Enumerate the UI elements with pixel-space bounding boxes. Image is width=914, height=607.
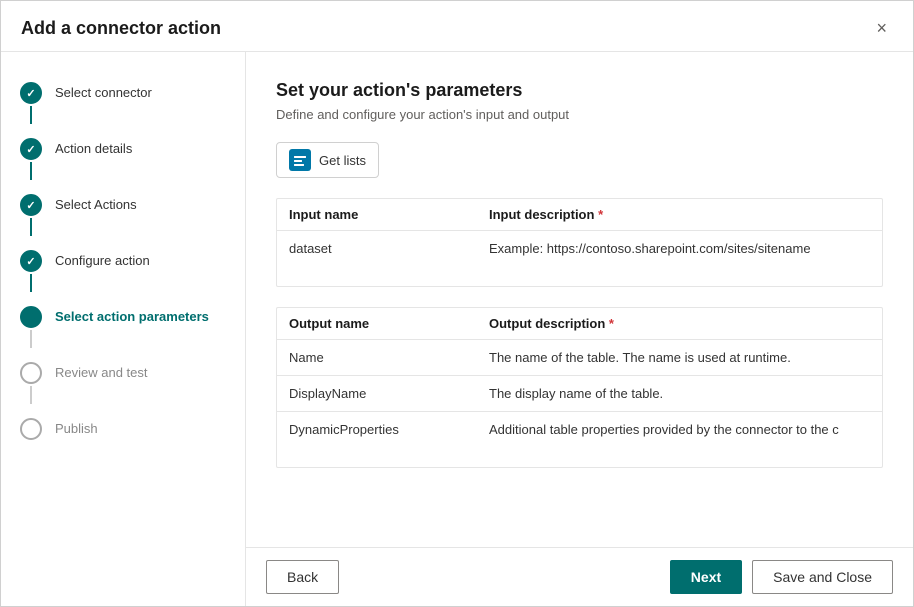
step-label-5: Select action parameters <box>55 306 209 326</box>
step-indicator-col-7 <box>17 418 45 440</box>
step-circle-6 <box>20 362 42 384</box>
input-row-0-description: Example: https://contoso.sharepoint.com/… <box>477 231 882 267</box>
step-circle-3: ✓ <box>20 194 42 216</box>
sidebar-item-publish[interactable]: Publish <box>1 412 245 446</box>
step-indicator-col-1: ✓ <box>17 82 45 126</box>
step-label-3: Select Actions <box>55 194 137 214</box>
content-area: Set your action's parameters Define and … <box>246 52 913 547</box>
sidebar-item-select-actions[interactable]: ✓ Select Actions <box>1 188 245 244</box>
modal-title: Add a connector action <box>21 18 221 39</box>
output-col2-header: Output description <box>477 308 882 340</box>
action-badge-icon <box>289 149 311 171</box>
action-badge-label: Get lists <box>319 153 366 168</box>
sidebar: ✓ Select connector ✓ Action details <box>1 52 246 606</box>
modal-header: Add a connector action × <box>1 1 913 52</box>
action-badge: Get lists <box>276 142 379 178</box>
table-row: DynamicProperties Additional table prope… <box>277 412 882 448</box>
step-dot-5 <box>27 313 35 321</box>
step-indicator-col-2: ✓ <box>17 138 45 182</box>
modal-footer: Back Next Save and Close <box>246 547 913 606</box>
input-col1-header: Input name <box>277 199 477 231</box>
sidebar-item-configure-action[interactable]: ✓ Configure action <box>1 244 245 300</box>
output-row-2-name: DynamicProperties <box>277 412 477 448</box>
sidebar-item-select-action-parameters[interactable]: Select action parameters <box>1 300 245 356</box>
step-indicator-col-6 <box>17 362 45 406</box>
step-check-1: ✓ <box>26 87 35 100</box>
output-row-1-description: The display name of the table. <box>477 376 882 412</box>
step-label-6: Review and test <box>55 362 148 382</box>
output-row-2-description: Additional table properties provided by … <box>477 412 882 448</box>
step-label-7: Publish <box>55 418 98 438</box>
input-col2-header: Input description <box>477 199 882 231</box>
page-subtitle: Define and configure your action's input… <box>276 107 883 122</box>
table-row: DisplayName The display name of the tabl… <box>277 376 882 412</box>
sidebar-item-select-connector[interactable]: ✓ Select connector <box>1 76 245 132</box>
step-label-1: Select connector <box>55 82 152 102</box>
step-check-3: ✓ <box>26 199 35 212</box>
step-connector-5 <box>30 330 32 348</box>
save-and-close-button[interactable]: Save and Close <box>752 560 893 594</box>
main-content: Set your action's parameters Define and … <box>246 52 913 606</box>
step-circle-5 <box>20 306 42 328</box>
step-indicator-col-5 <box>17 306 45 350</box>
step-label-2: Action details <box>55 138 132 158</box>
table-row: Name The name of the table. The name is … <box>277 340 882 376</box>
output-row-0-name: Name <box>277 340 477 376</box>
close-button[interactable]: × <box>870 17 893 39</box>
input-table-container: Input name Input description dataset Exa… <box>276 198 883 287</box>
output-row-1-name: DisplayName <box>277 376 477 412</box>
step-connector-6 <box>30 386 32 404</box>
modal-body: ✓ Select connector ✓ Action details <box>1 52 913 606</box>
output-table: Output name Output description Name The … <box>277 308 882 447</box>
input-row-0-name: dataset <box>277 231 477 267</box>
page-title: Set your action's parameters <box>276 80 883 101</box>
step-connector-1 <box>30 106 32 124</box>
output-table-container: Output name Output description Name The … <box>276 307 883 468</box>
step-check-2: ✓ <box>26 143 35 156</box>
step-indicator-col-4: ✓ <box>17 250 45 294</box>
back-button[interactable]: Back <box>266 560 339 594</box>
table-row: dataset Example: https://contoso.sharepo… <box>277 231 882 267</box>
output-row-0-description: The name of the table. The name is used … <box>477 340 882 376</box>
sidebar-item-review-and-test[interactable]: Review and test <box>1 356 245 412</box>
step-circle-2: ✓ <box>20 138 42 160</box>
step-connector-3 <box>30 218 32 236</box>
step-connector-4 <box>30 274 32 292</box>
step-connector-2 <box>30 162 32 180</box>
step-label-4: Configure action <box>55 250 150 270</box>
sidebar-item-action-details[interactable]: ✓ Action details <box>1 132 245 188</box>
step-circle-1: ✓ <box>20 82 42 104</box>
modal-container: Add a connector action × ✓ Select connec… <box>0 0 914 607</box>
next-button[interactable]: Next <box>670 560 742 594</box>
step-indicator-col-3: ✓ <box>17 194 45 238</box>
step-check-4: ✓ <box>26 255 35 268</box>
output-col1-header: Output name <box>277 308 477 340</box>
step-circle-4: ✓ <box>20 250 42 272</box>
input-table: Input name Input description dataset Exa… <box>277 199 882 266</box>
step-circle-7 <box>20 418 42 440</box>
